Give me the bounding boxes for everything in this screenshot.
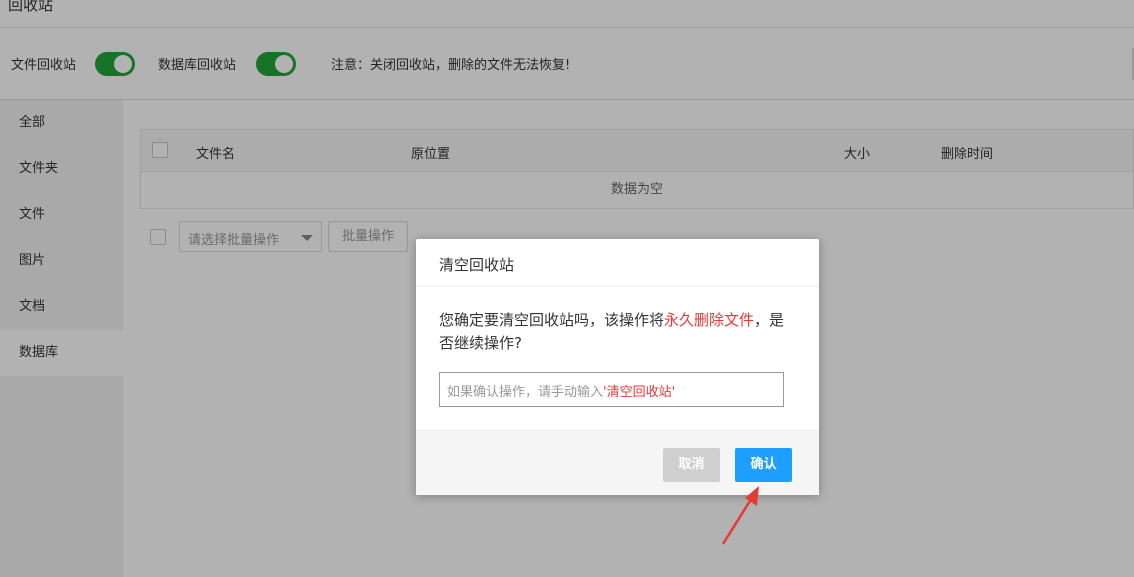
placeholder-keyword: '清空回收站' <box>603 385 676 400</box>
clear-recycle-dialog: 清空回收站 您确定要清空回收站吗，该操作将永久删除文件，是否继续操作? 如果确认… <box>416 239 819 495</box>
recycle-bin-page: 回收站 文件回收站 数据库回收站 注意：关闭回收站，删除的文件无法恢复! 全部 … <box>0 0 1134 577</box>
confirm-text-input[interactable]: 如果确认操作，请手动输入'清空回收站' <box>439 372 784 407</box>
confirm-button[interactable]: 确认 <box>735 448 792 482</box>
cancel-button[interactable]: 取消 <box>663 448 720 482</box>
red-arrow-icon <box>721 486 759 545</box>
dialog-title: 清空回收站 <box>439 256 515 274</box>
input-placeholder: 如果确认操作，请手动输入'清空回收站' <box>447 381 675 400</box>
dialog-header: 清空回收站 <box>416 239 819 287</box>
placeholder-prefix: 如果确认操作，请手动输入 <box>447 385 604 400</box>
dialog-message: 您确定要清空回收站吗，该操作将永久删除文件，是否继续操作? <box>439 309 799 355</box>
message-danger: 永久删除文件 <box>664 311 755 329</box>
message-prefix: 您确定要清空回收站吗，该操作将 <box>439 311 665 329</box>
dialog-body: 您确定要清空回收站吗，该操作将永久删除文件，是否继续操作? 如果确认操作，请手动… <box>416 287 819 429</box>
